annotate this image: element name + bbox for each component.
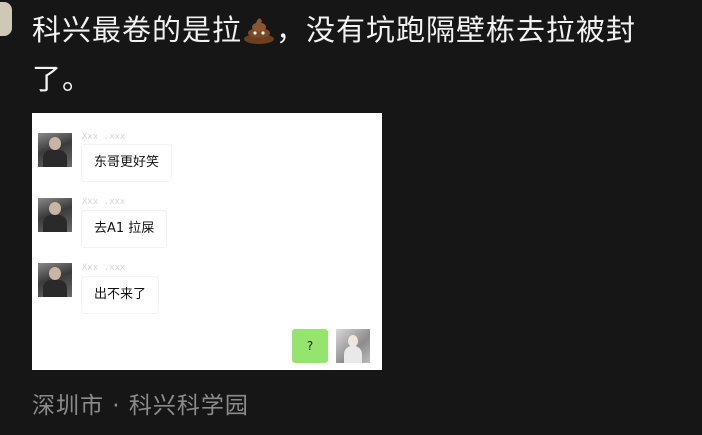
my-chat-bubble: ? [292, 329, 328, 363]
post-text: 科兴最卷的是拉 ，没有坑跑隔壁栋去拉被封了。 [32, 6, 692, 104]
location-link[interactable]: 深圳市 · 科兴科学园 [32, 386, 249, 420]
sender-name: Xxx .xxx [82, 197, 126, 207]
chat-bubble: 去A1 拉屎 [82, 211, 167, 247]
chat-bubble: 出不来了 [82, 277, 159, 313]
author-avatar[interactable] [0, 2, 12, 36]
my-avatar [336, 329, 370, 363]
chat-bubble: 东哥更好笑 [82, 145, 172, 181]
post-text-part1: 科兴最卷的是拉 [32, 13, 243, 47]
sender-name: Xxx .xxx [82, 263, 126, 273]
chat-avatar [38, 198, 72, 232]
poop-icon [242, 10, 276, 44]
chat-avatar [38, 263, 72, 297]
chat-screenshot-image[interactable]: Xxx .xxx 东哥更好笑 Xxx .xxx 去A1 拉屎 Xxx .xxx … [32, 113, 382, 370]
sender-name: Xxx .xxx [82, 132, 126, 142]
chat-avatar [38, 133, 72, 167]
